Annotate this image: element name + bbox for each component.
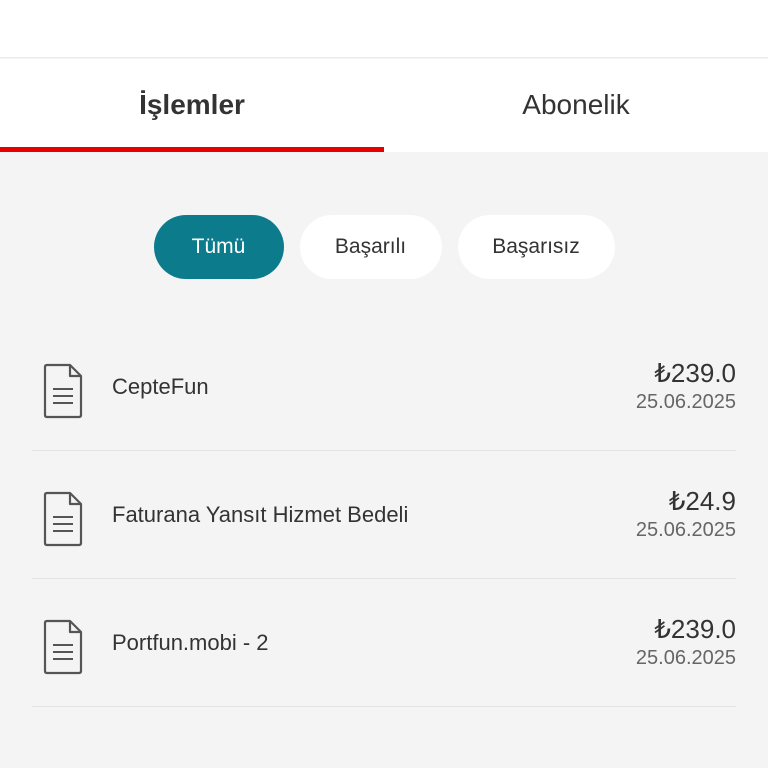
filter-chips: Tümü Başarılı Başarısız <box>0 215 768 279</box>
top-bar <box>0 0 768 58</box>
transaction-amount: ₺24.9 <box>668 486 736 516</box>
transaction-name: CepteFun <box>112 373 209 399</box>
chip-label: Başarısız <box>492 235 580 258</box>
chip-label: Başarılı <box>334 235 407 258</box>
transaction-meta: ₺239.0 25.06.2025 <box>636 613 736 671</box>
document-icon <box>43 619 83 675</box>
filter-failed-chip[interactable]: Başarısız <box>457 215 615 279</box>
transaction-list: CepteFun ₺239.0 25.06.2025 Faturana Yans… <box>32 323 736 707</box>
transaction-date: 25.06.2025 <box>635 647 736 669</box>
transaction-meta: ₺239.0 25.06.2025 <box>636 357 736 415</box>
transaction-row[interactable]: CepteFun ₺239.0 25.06.2025 <box>32 323 736 451</box>
transaction-row[interactable]: Faturana Yansıt Hizmet Bedeli ₺24.9 25.0… <box>32 451 736 579</box>
transaction-amount: ₺239.0 <box>654 614 736 644</box>
transaction-date: 25.06.2025 <box>635 519 736 541</box>
tab-abonelik[interactable]: Abonelik <box>384 59 768 152</box>
transaction-meta: ₺24.9 25.06.2025 <box>636 485 736 543</box>
transaction-amount: ₺239.0 <box>654 358 736 388</box>
tab-islemler[interactable]: İşlemler <box>0 59 384 152</box>
tab-label: Abonelik <box>522 88 630 120</box>
transaction-name: Portfun.mobi - 2 <box>112 629 269 655</box>
transaction-date: 25.06.2025 <box>635 391 736 413</box>
tab-bar: İşlemler Abonelik <box>0 59 768 152</box>
document-icon <box>43 491 83 547</box>
document-icon <box>43 363 83 419</box>
chip-label: Tümü <box>191 235 246 258</box>
filter-successful-chip[interactable]: Başarılı <box>299 215 442 279</box>
transaction-name: Faturana Yansıt Hizmet Bedeli <box>112 501 409 527</box>
tab-label: İşlemler <box>139 88 245 120</box>
transaction-row[interactable]: Portfun.mobi - 2 ₺239.0 25.06.2025 <box>32 579 736 707</box>
filter-all-chip[interactable]: Tümü <box>153 215 284 279</box>
